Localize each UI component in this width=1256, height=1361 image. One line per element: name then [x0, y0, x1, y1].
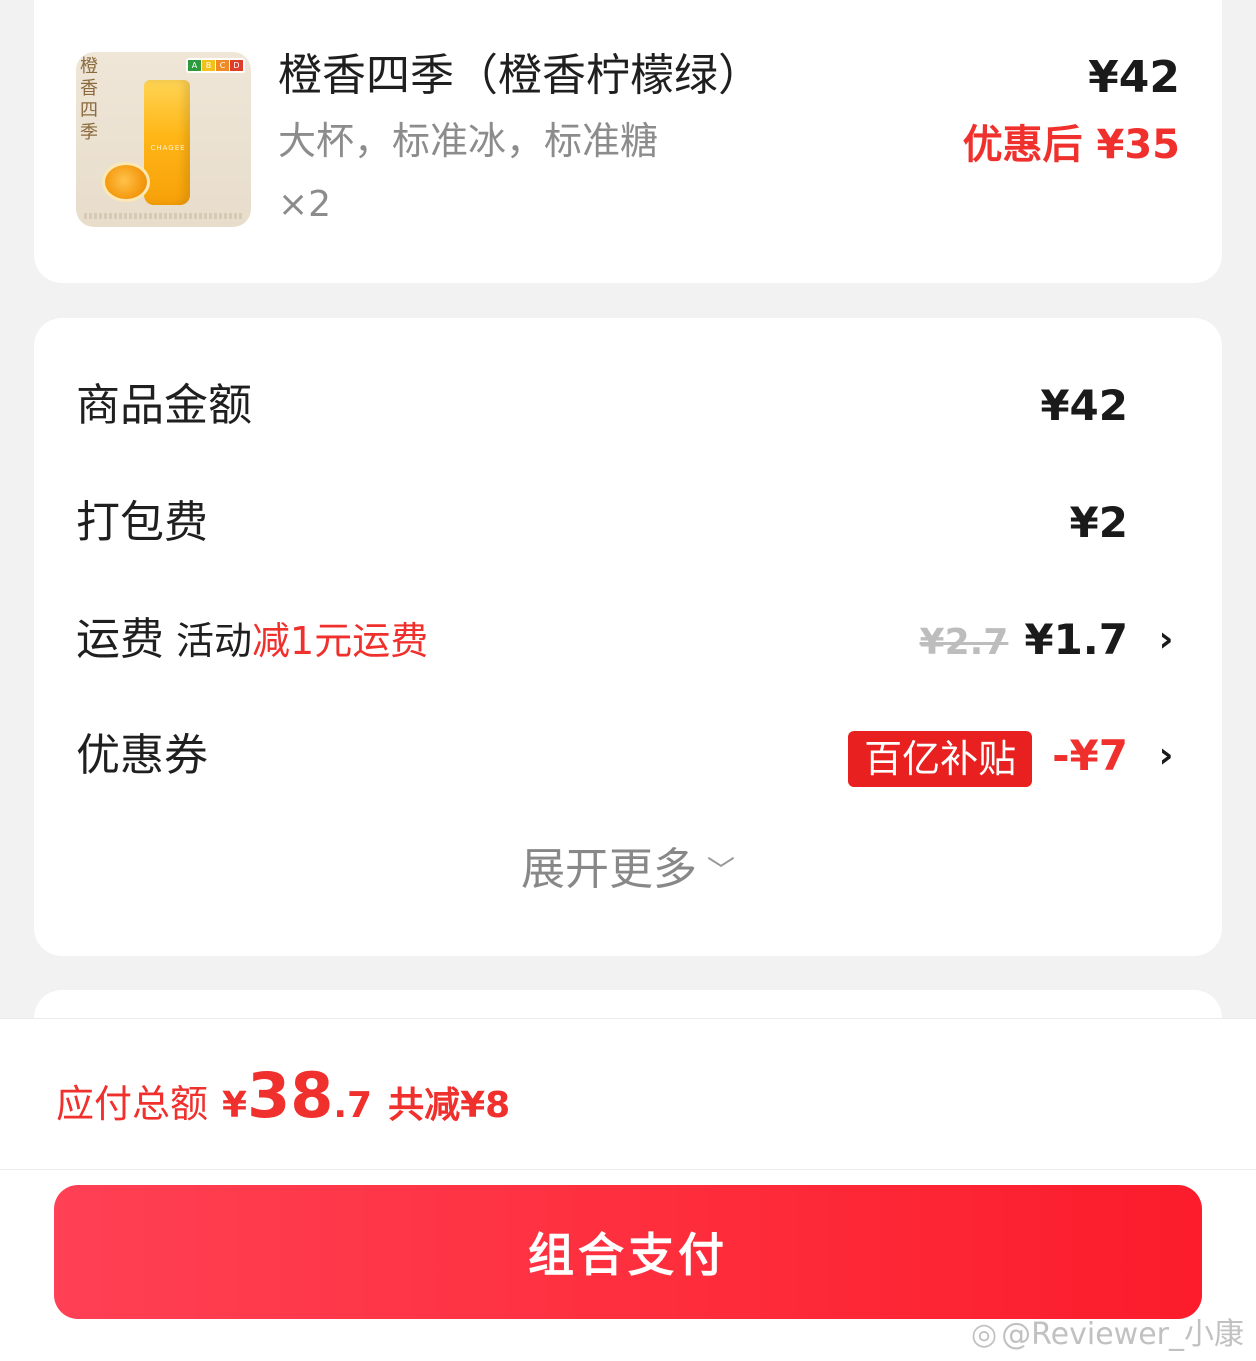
- delivery-fee-value: ¥1.7: [1024, 615, 1128, 664]
- product-name: 橙香四季（橙香柠檬绿）: [278, 50, 762, 101]
- orange-illustration: [102, 162, 150, 202]
- product-price: ¥42: [1088, 52, 1180, 103]
- packing-fee-label: 打包费: [76, 497, 208, 548]
- discounted-value: ¥35: [1096, 122, 1181, 168]
- coupon-label: 优惠券: [76, 730, 208, 781]
- delivery-activity-label: 活动: [176, 619, 253, 663]
- watermark: ◎ @Reviewer_小康: [971, 1309, 1244, 1353]
- product-image[interactable]: 橙香四季 A B C D CHAGEE: [76, 52, 251, 227]
- watermark-text: @Reviewer_小康: [1001, 1317, 1244, 1352]
- goods-amount-value: ¥42: [1040, 381, 1128, 430]
- product-discounted-price: 优惠后 ¥35: [963, 118, 1180, 172]
- delivery-original-price: ¥2.7: [919, 622, 1009, 663]
- goods-amount-label: 商品金额: [76, 380, 252, 431]
- weibo-icon: ◎: [970, 1317, 998, 1352]
- discounted-label: 优惠后: [962, 122, 1083, 168]
- chevron-right-icon[interactable]: ›: [1152, 726, 1180, 786]
- expand-more-label: 展开更多: [520, 844, 697, 895]
- divider: [0, 1169, 1256, 1170]
- total-payable: 应付总额 ¥38.7 共减¥8: [56, 1059, 510, 1132]
- coupon-row[interactable]: 优惠券 百亿补贴 -¥7 ›: [76, 726, 1180, 787]
- coupon-values: 百亿补贴 -¥7: [848, 726, 1128, 787]
- total-label: 应付总额: [56, 1082, 209, 1126]
- product-card: 橙香四季 A B C D CHAGEE 橙香四季（橙香柠檬绿） 大杯，标准冰，标…: [34, 0, 1222, 283]
- subsidy-badge: 百亿补贴: [848, 730, 1033, 787]
- image-fine-print: [84, 213, 243, 219]
- payment-bar: 应付总额 ¥38.7 共减¥8 组合支付 ◎ @Reviewer_小康: [0, 1018, 1256, 1361]
- goods-amount-row: 商品金额 ¥42: [76, 376, 1180, 436]
- packing-fee-value: ¥2: [1069, 498, 1128, 547]
- packing-fee-row: 打包费 ¥2: [76, 493, 1180, 553]
- product-spec: 大杯，标准冰，标准糖: [278, 119, 659, 163]
- delivery-fee-label: 运费: [76, 614, 164, 665]
- total-currency: ¥: [222, 1085, 248, 1126]
- chevron-down-icon: ﹀: [706, 854, 735, 887]
- total-saved: 共减¥8: [388, 1085, 511, 1126]
- delivery-fee-label-group: 运费 活动减1元运费: [76, 610, 428, 671]
- product-image-text: 橙香四季: [80, 56, 98, 143]
- product-quantity: ×2: [278, 184, 332, 225]
- coupon-discount-value: -¥7: [1052, 731, 1128, 780]
- delivery-promo-text: 减1元运费: [252, 619, 429, 663]
- delivery-fee-row[interactable]: 运费 活动减1元运费 ¥2.7 ¥1.7 ›: [76, 610, 1180, 670]
- expand-more-button[interactable]: 展开更多 ﹀: [34, 840, 1222, 905]
- nutrition-grade-badge: A B C D: [186, 58, 245, 73]
- chevron-right-icon[interactable]: ›: [1152, 610, 1180, 670]
- cup-brand-text: CHAGEE: [150, 144, 186, 152]
- total-decimal: .7: [333, 1085, 373, 1126]
- price-summary-card: 商品金额 ¥42 打包费 ¥2 运费 活动减1元运费 ¥2.7 ¥1.7 › 优惠券…: [34, 318, 1222, 956]
- combined-pay-button[interactable]: 组合支付: [54, 1185, 1202, 1319]
- total-integer: 38: [247, 1059, 334, 1132]
- drink-cup-illustration: [144, 80, 190, 205]
- delivery-fee-values: ¥2.7 ¥1.7: [920, 610, 1128, 673]
